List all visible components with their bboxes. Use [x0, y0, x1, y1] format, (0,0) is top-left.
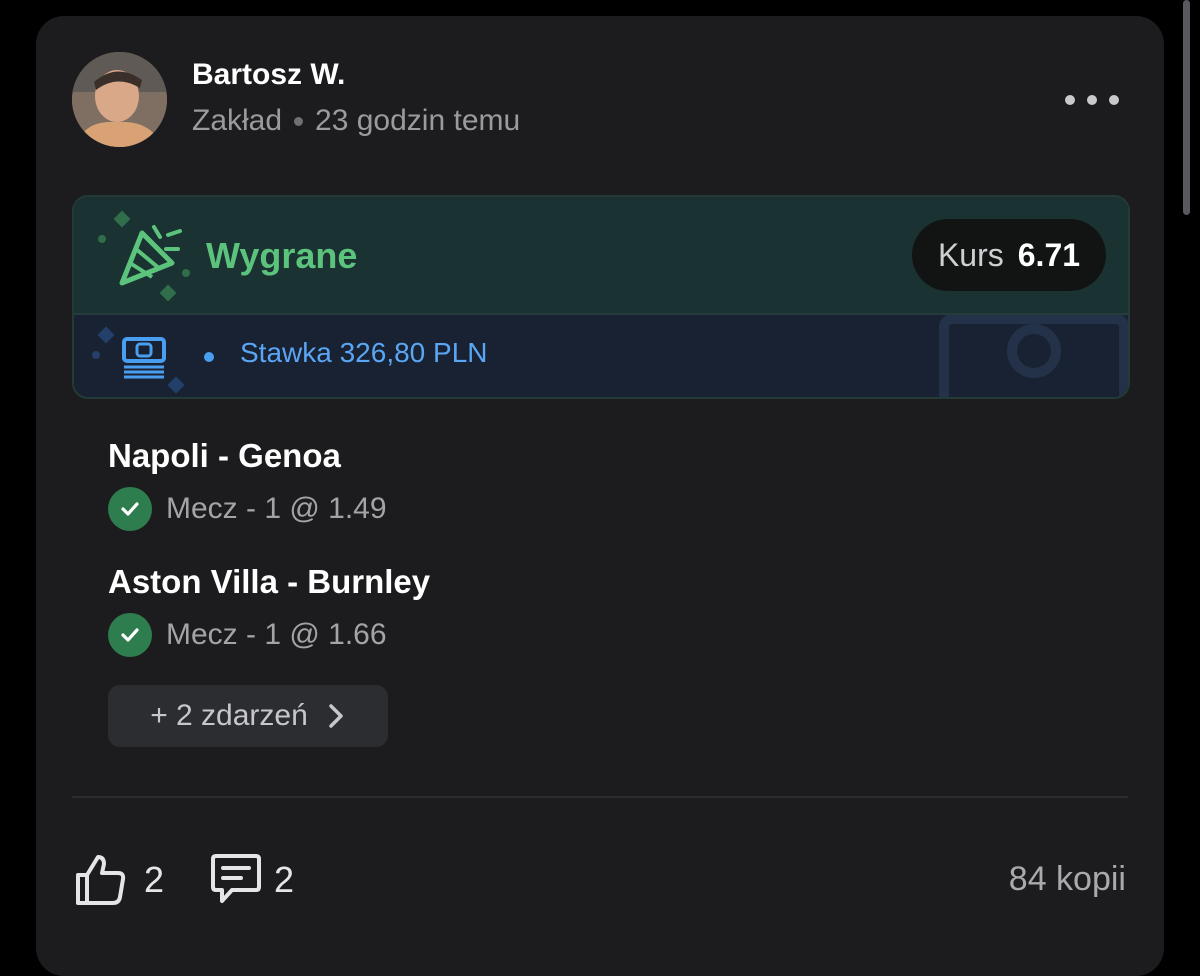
- more-options-button[interactable]: [1056, 84, 1128, 116]
- post-type: Zakład: [192, 104, 283, 137]
- event-title: Aston Villa - Burnley: [108, 563, 431, 600]
- result-header: Wygrane Kurs 6.71: [74, 197, 1128, 315]
- odds-badge: Kurs 6.71: [912, 219, 1106, 291]
- comment-button[interactable]: 2: [210, 853, 294, 907]
- banknote-background-icon: [939, 315, 1128, 397]
- divider: [72, 796, 1128, 798]
- copies-count[interactable]: 84 kopii: [1009, 860, 1126, 899]
- more-dot-icon: [1109, 95, 1119, 105]
- like-count: 2: [144, 859, 165, 900]
- result-status: Wygrane: [206, 235, 358, 276]
- author-name[interactable]: Bartosz W.: [192, 58, 345, 92]
- more-events-button[interactable]: + 2 zdarzeń: [108, 685, 388, 747]
- more-events-label: + 2 zdarzeń: [150, 699, 308, 732]
- event-title: Napoli - Genoa: [108, 437, 341, 474]
- event-detail: Mecz - 1 @ 1.49: [166, 492, 387, 525]
- chevron-right-icon: [329, 704, 343, 728]
- check-icon: [108, 613, 152, 657]
- stake-row: Stawka 326,80 PLN: [74, 315, 1128, 397]
- stake-dot: [204, 352, 214, 362]
- odds-label: Kurs: [937, 236, 1004, 273]
- separator-dot: [294, 116, 304, 126]
- thumbs-up-icon: [76, 855, 126, 905]
- party-popper-icon: [98, 210, 190, 302]
- event-selection: Mecz - 1 @ 1.66: [108, 613, 430, 657]
- event-item[interactable]: Napoli - Genoa Mecz - 1 @ 1.49: [108, 437, 387, 531]
- comment-count: 2: [274, 859, 295, 900]
- avatar[interactable]: [72, 52, 167, 147]
- event-item[interactable]: Aston Villa - Burnley Mecz - 1 @ 1.66: [108, 563, 430, 657]
- more-dot-icon: [1087, 95, 1097, 105]
- post-time: 23 godzin temu: [315, 104, 521, 137]
- like-button[interactable]: 2: [74, 853, 164, 907]
- event-selection: Mecz - 1 @ 1.49: [108, 487, 387, 531]
- post-meta: Zakład 23 godzin temu: [192, 104, 520, 138]
- comment-icon: [211, 854, 261, 903]
- more-dot-icon: [1065, 95, 1075, 105]
- scrollbar[interactable]: [1183, 0, 1190, 215]
- cash-stack-icon: [92, 326, 185, 394]
- stake-amount: Stawka 326,80 PLN: [240, 337, 488, 368]
- event-detail: Mecz - 1 @ 1.66: [166, 618, 387, 651]
- odds-value: 6.71: [1017, 236, 1081, 273]
- bet-result-box[interactable]: Wygrane Kurs 6.71 Stawka 326,80 PLN: [72, 195, 1130, 399]
- check-icon: [108, 487, 152, 531]
